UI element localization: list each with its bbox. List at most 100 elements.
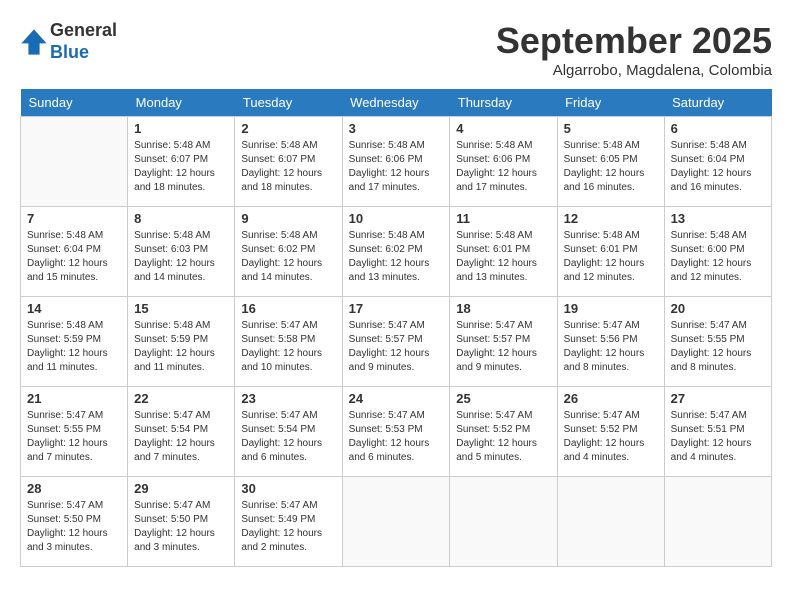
calendar-cell: 21 Sunrise: 5:47 AM Sunset: 5:55 PM Dayli…	[21, 387, 128, 477]
page-header: General Blue September 2025 Algarrobo, M…	[20, 20, 772, 79]
title-area: September 2025 Algarrobo, Magdalena, Col…	[496, 20, 772, 79]
calendar-cell: 19 Sunrise: 5:47 AM Sunset: 5:56 PM Dayli…	[557, 297, 664, 387]
day-info: Sunrise: 5:47 AM Sunset: 5:50 PM Dayligh…	[27, 499, 121, 555]
day-info: Sunrise: 5:48 AM Sunset: 6:07 PM Dayligh…	[134, 139, 228, 195]
header-row: SundayMondayTuesdayWednesdayThursdayFrid…	[21, 89, 772, 117]
month-title: September 2025	[496, 20, 772, 62]
calendar-cell: 12 Sunrise: 5:48 AM Sunset: 6:01 PM Dayli…	[557, 207, 664, 297]
day-number: 21	[27, 391, 121, 406]
day-number: 22	[134, 391, 228, 406]
calendar-cell: 1 Sunrise: 5:48 AM Sunset: 6:07 PM Daylig…	[128, 117, 235, 207]
calendar-cell	[557, 477, 664, 567]
day-number: 27	[671, 391, 765, 406]
day-number: 12	[564, 211, 658, 226]
calendar-week-row: 7Sunrise: 5:48 AM Sunset: 6:04 PM Daylig…	[21, 207, 772, 297]
logo-text: General Blue	[50, 20, 117, 63]
calendar-week-row: 21 Sunrise: 5:47 AM Sunset: 5:55 PM Dayli…	[21, 387, 772, 477]
calendar-cell: 25 Sunrise: 5:47 AM Sunset: 5:52 PM Dayli…	[450, 387, 557, 477]
day-info: Sunrise: 5:47 AM Sunset: 5:57 PM Dayligh…	[456, 319, 550, 375]
day-info: Sunrise: 5:48 AM Sunset: 6:00 PM Dayligh…	[671, 229, 765, 285]
day-info: Sunrise: 5:48 AM Sunset: 5:59 PM Dayligh…	[134, 319, 228, 375]
day-info: Sunrise: 5:47 AM Sunset: 5:51 PM Dayligh…	[671, 409, 765, 465]
day-info: Sunrise: 5:48 AM Sunset: 6:06 PM Dayligh…	[456, 139, 550, 195]
day-number: 5	[564, 121, 658, 136]
day-info: Sunrise: 5:47 AM Sunset: 5:54 PM Dayligh…	[134, 409, 228, 465]
day-info: Sunrise: 5:48 AM Sunset: 6:01 PM Dayligh…	[456, 229, 550, 285]
day-info: Sunrise: 5:48 AM Sunset: 6:02 PM Dayligh…	[241, 229, 335, 285]
weekday-header: Saturday	[664, 89, 771, 117]
calendar-cell: 15 Sunrise: 5:48 AM Sunset: 5:59 PM Dayli…	[128, 297, 235, 387]
day-info: Sunrise: 5:48 AM Sunset: 6:04 PM Dayligh…	[27, 229, 121, 285]
day-info: Sunrise: 5:47 AM Sunset: 5:52 PM Dayligh…	[564, 409, 658, 465]
day-number: 29	[134, 481, 228, 496]
calendar-week-row: 14 Sunrise: 5:48 AM Sunset: 5:59 PM Dayli…	[21, 297, 772, 387]
calendar-cell	[450, 477, 557, 567]
calendar-cell: 3 Sunrise: 5:48 AM Sunset: 6:06 PM Daylig…	[342, 117, 450, 207]
day-number: 1	[134, 121, 228, 136]
weekday-header: Monday	[128, 89, 235, 117]
calendar-cell: 26 Sunrise: 5:47 AM Sunset: 5:52 PM Dayli…	[557, 387, 664, 477]
day-info: Sunrise: 5:48 AM Sunset: 6:05 PM Dayligh…	[564, 139, 658, 195]
day-number: 26	[564, 391, 658, 406]
logo-icon	[20, 28, 48, 56]
calendar-cell: 30 Sunrise: 5:47 AM Sunset: 5:49 PM Dayli…	[235, 477, 342, 567]
calendar-cell: 4 Sunrise: 5:48 AM Sunset: 6:06 PM Daylig…	[450, 117, 557, 207]
location: Algarrobo, Magdalena, Colombia	[496, 62, 772, 79]
day-info: Sunrise: 5:47 AM Sunset: 5:54 PM Dayligh…	[241, 409, 335, 465]
weekday-header: Sunday	[21, 89, 128, 117]
calendar-table: SundayMondayTuesdayWednesdayThursdayFrid…	[20, 89, 772, 567]
calendar-cell: 11 Sunrise: 5:48 AM Sunset: 6:01 PM Dayli…	[450, 207, 557, 297]
day-number: 6	[671, 121, 765, 136]
calendar-cell: 9 Sunrise: 5:48 AM Sunset: 6:02 PM Daylig…	[235, 207, 342, 297]
day-number: 19	[564, 301, 658, 316]
day-info: Sunrise: 5:47 AM Sunset: 5:55 PM Dayligh…	[27, 409, 121, 465]
weekday-header: Thursday	[450, 89, 557, 117]
day-info: Sunrise: 5:47 AM Sunset: 5:52 PM Dayligh…	[456, 409, 550, 465]
calendar-week-row: 1 Sunrise: 5:48 AM Sunset: 6:07 PM Daylig…	[21, 117, 772, 207]
day-info: Sunrise: 5:48 AM Sunset: 6:01 PM Dayligh…	[564, 229, 658, 285]
calendar-cell: 22 Sunrise: 5:47 AM Sunset: 5:54 PM Dayli…	[128, 387, 235, 477]
day-info: Sunrise: 5:47 AM Sunset: 5:50 PM Dayligh…	[134, 499, 228, 555]
day-info: Sunrise: 5:47 AM Sunset: 5:53 PM Dayligh…	[349, 409, 444, 465]
calendar-week-row: 28 Sunrise: 5:47 AM Sunset: 5:50 PM Dayli…	[21, 477, 772, 567]
day-number: 2	[241, 121, 335, 136]
day-number: 25	[456, 391, 550, 406]
calendar-cell: 5 Sunrise: 5:48 AM Sunset: 6:05 PM Daylig…	[557, 117, 664, 207]
day-number: 10	[349, 211, 444, 226]
day-info: Sunrise: 5:48 AM Sunset: 6:03 PM Dayligh…	[134, 229, 228, 285]
day-info: Sunrise: 5:48 AM Sunset: 6:07 PM Dayligh…	[241, 139, 335, 195]
calendar-cell: 27 Sunrise: 5:47 AM Sunset: 5:51 PM Dayli…	[664, 387, 771, 477]
day-number: 11	[456, 211, 550, 226]
day-number: 4	[456, 121, 550, 136]
day-info: Sunrise: 5:47 AM Sunset: 5:49 PM Dayligh…	[241, 499, 335, 555]
day-info: Sunrise: 5:48 AM Sunset: 5:59 PM Dayligh…	[27, 319, 121, 375]
calendar-cell: 28 Sunrise: 5:47 AM Sunset: 5:50 PM Dayli…	[21, 477, 128, 567]
day-number: 15	[134, 301, 228, 316]
weekday-header: Friday	[557, 89, 664, 117]
day-number: 3	[349, 121, 444, 136]
calendar-cell: 24Sunrise: 5:47 AM Sunset: 5:53 PM Dayli…	[342, 387, 450, 477]
day-number: 9	[241, 211, 335, 226]
calendar-cell: 20 Sunrise: 5:47 AM Sunset: 5:55 PM Dayli…	[664, 297, 771, 387]
calendar-cell: 6Sunrise: 5:48 AM Sunset: 6:04 PM Daylig…	[664, 117, 771, 207]
calendar-cell: 13 Sunrise: 5:48 AM Sunset: 6:00 PM Dayli…	[664, 207, 771, 297]
day-number: 13	[671, 211, 765, 226]
day-number: 20	[671, 301, 765, 316]
day-number: 16	[241, 301, 335, 316]
weekday-header: Tuesday	[235, 89, 342, 117]
calendar-cell	[21, 117, 128, 207]
day-info: Sunrise: 5:47 AM Sunset: 5:55 PM Dayligh…	[671, 319, 765, 375]
day-number: 8	[134, 211, 228, 226]
day-number: 14	[27, 301, 121, 316]
calendar-cell	[664, 477, 771, 567]
calendar-cell: 2 Sunrise: 5:48 AM Sunset: 6:07 PM Daylig…	[235, 117, 342, 207]
day-info: Sunrise: 5:48 AM Sunset: 6:06 PM Dayligh…	[349, 139, 444, 195]
day-number: 18	[456, 301, 550, 316]
calendar-cell: 29 Sunrise: 5:47 AM Sunset: 5:50 PM Dayli…	[128, 477, 235, 567]
calendar-cell: 7Sunrise: 5:48 AM Sunset: 6:04 PM Daylig…	[21, 207, 128, 297]
day-number: 30	[241, 481, 335, 496]
day-number: 28	[27, 481, 121, 496]
day-info: Sunrise: 5:47 AM Sunset: 5:58 PM Dayligh…	[241, 319, 335, 375]
weekday-header: Wednesday	[342, 89, 450, 117]
day-info: Sunrise: 5:47 AM Sunset: 5:56 PM Dayligh…	[564, 319, 658, 375]
